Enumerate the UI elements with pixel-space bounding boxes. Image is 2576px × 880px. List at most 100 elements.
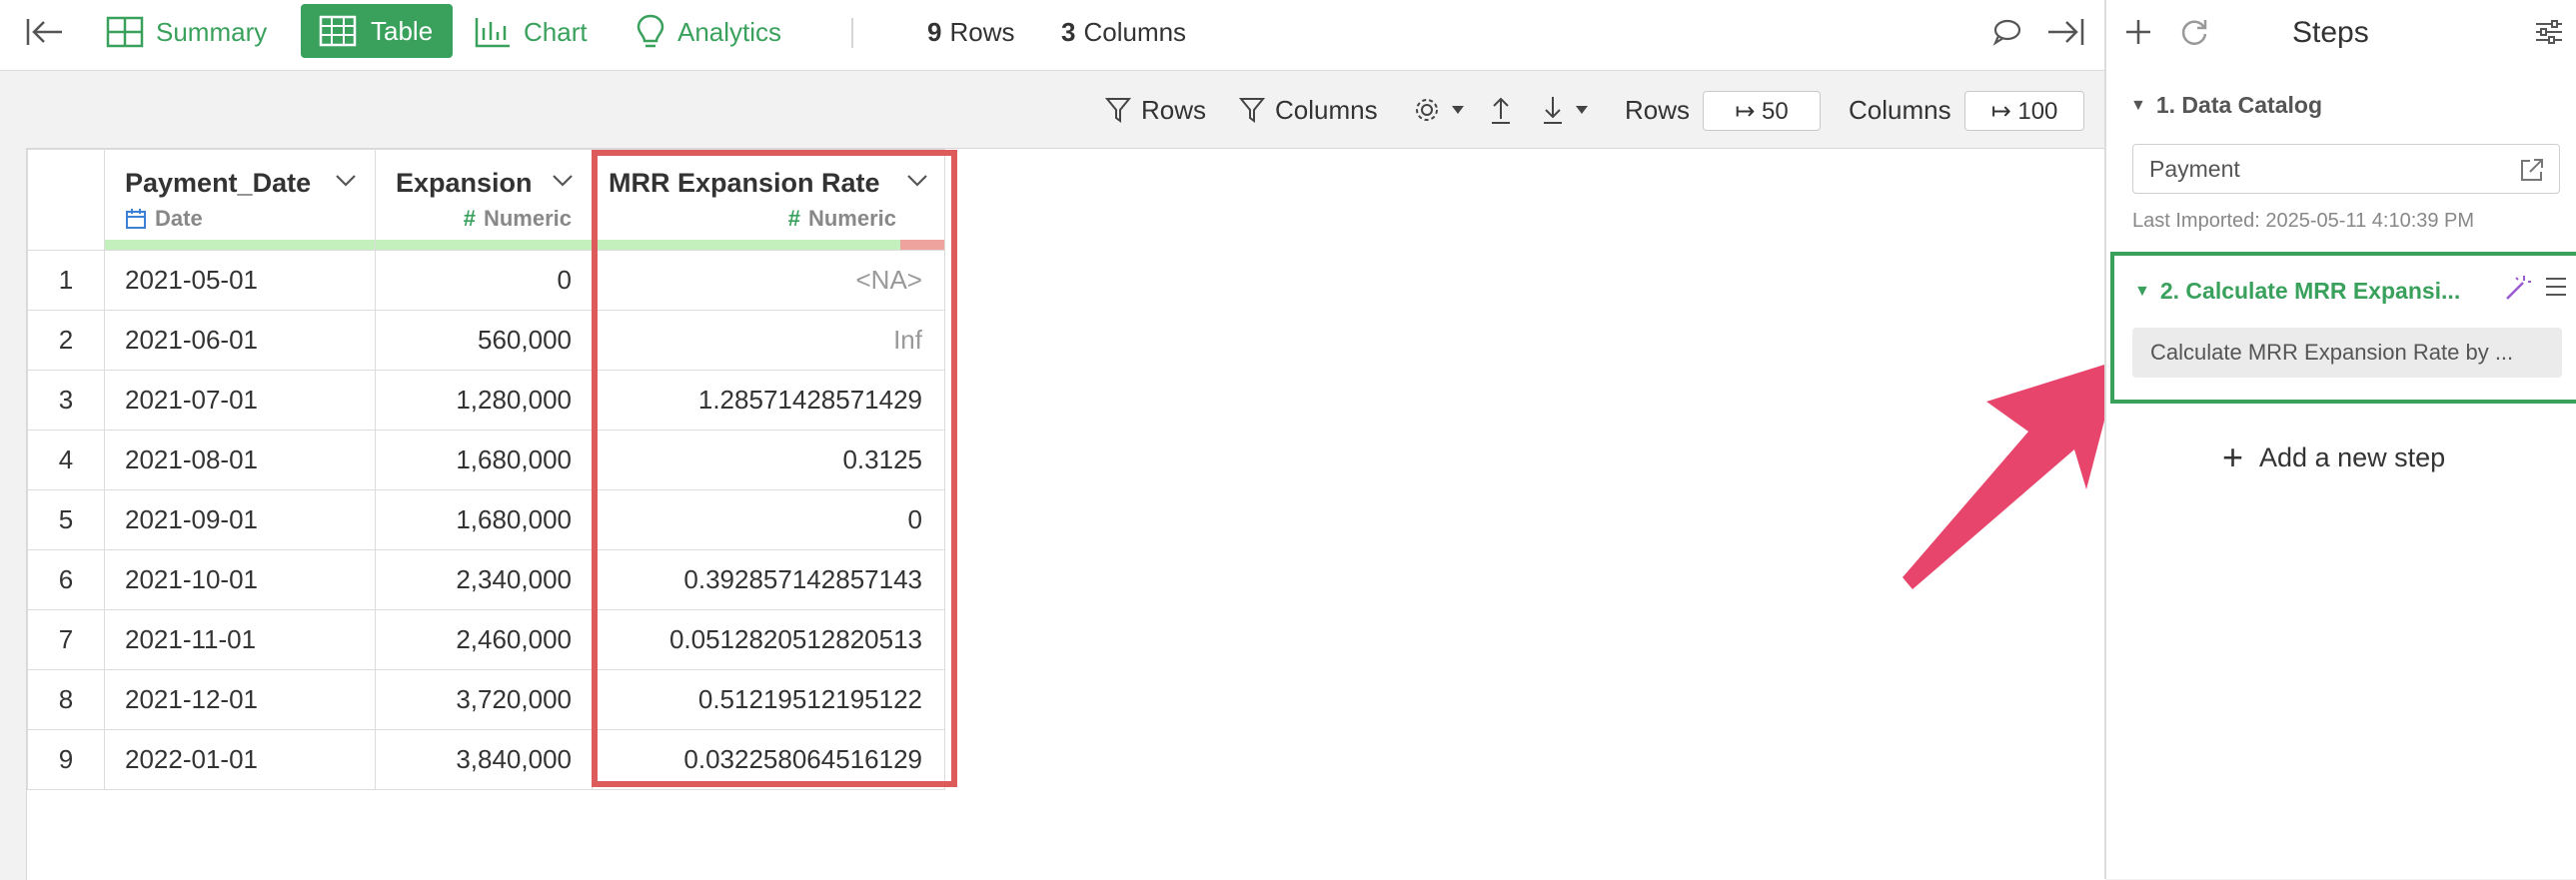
step-2-header[interactable]: ▼ 2. Calculate MRR Expansi... [2134, 278, 2460, 305]
caret-down-icon [1576, 106, 1588, 114]
table-row: 2 2021-06-01 560,000 Inf [27, 310, 945, 371]
chevron-down-icon[interactable] [335, 174, 357, 188]
numeric-icon: # [463, 206, 476, 231]
row-count: 9 Rows [927, 0, 1014, 64]
columns-limit-button[interactable]: ↦ 100 [1964, 91, 2084, 131]
cell-expansion[interactable]: 2,460,000 [375, 609, 593, 670]
cell-payment-date[interactable]: 2021-10-01 [104, 549, 376, 610]
cell-expansion[interactable]: 2,340,000 [375, 549, 593, 610]
cell-mrr-expansion-rate[interactable]: Inf [592, 310, 945, 371]
cell-payment-date[interactable]: 2021-11-01 [104, 609, 376, 670]
cell-payment-date[interactable]: 2022-01-01 [104, 729, 376, 790]
rows-limit-label: Rows [1625, 94, 1691, 125]
cell-payment-date[interactable]: 2021-08-01 [104, 430, 376, 490]
add-new-step-button[interactable]: + Add a new step [2222, 440, 2445, 475]
hamburger-menu-icon[interactable] [2544, 276, 2568, 298]
cell-mrr-expansion-rate[interactable]: 0.51219512195122 [592, 669, 945, 730]
chevron-down-icon[interactable] [906, 174, 928, 188]
collapse-triangle-icon[interactable]: ▼ [2134, 283, 2150, 301]
collapse-triangle-icon[interactable]: ▼ [2130, 97, 2146, 115]
cell-mrr-expansion-rate[interactable]: 0.032258064516129 [592, 729, 945, 790]
data-table-area: Payment_Date Date Expansion # Numeric MR… [26, 148, 2105, 880]
table-row: 8 2021-12-01 3,720,000 0.51219512195122 [27, 669, 945, 730]
comment-icon[interactable] [1992, 0, 2022, 64]
cell-payment-date[interactable]: 2021-12-01 [104, 669, 376, 730]
column-header-payment-date[interactable]: Payment_Date Date [104, 149, 376, 251]
column-quality-bar [105, 240, 375, 250]
cell-payment-date[interactable]: 2021-09-01 [104, 489, 376, 550]
row-number: 3 [27, 370, 105, 431]
cell-expansion[interactable]: 1,680,000 [375, 489, 593, 550]
column-type-label: Numeric [807, 206, 896, 231]
add-icon[interactable] [2124, 18, 2152, 46]
cell-mrr-expansion-rate[interactable]: 1.28571428571429 [592, 370, 945, 431]
settings-menu-button[interactable] [1413, 90, 1475, 130]
toolbar-divider [851, 18, 853, 48]
tab-summary-label: Summary [156, 16, 268, 47]
cell-payment-date[interactable]: 2021-06-01 [104, 310, 376, 371]
table-row: 5 2021-09-01 1,680,000 0 [27, 489, 945, 550]
last-imported-text: Last Imported: 2025-05-11 4:10:39 PM [2132, 210, 2475, 232]
column-count-label: Columns [1083, 16, 1187, 47]
summary-icon [106, 16, 144, 48]
settings-sliders-icon[interactable] [2534, 18, 2564, 46]
cell-payment-date[interactable]: 2021-05-01 [104, 250, 376, 311]
collapse-left-icon[interactable] [26, 0, 64, 64]
numeric-icon: # [787, 206, 800, 231]
cell-mrr-expansion-rate[interactable]: 0.392857142857143 [592, 549, 945, 610]
cell-mrr-expansion-rate[interactable]: <NA> [592, 250, 945, 311]
rows-filter-button[interactable]: Rows [1105, 90, 1206, 130]
rows-filter-label: Rows [1141, 94, 1207, 125]
step-2-card[interactable]: ▼ 2. Calculate MRR Expansi... Calculate … [2110, 252, 2576, 404]
column-quality-bar [376, 240, 592, 250]
row-number-header [27, 149, 105, 251]
tab-chart[interactable]: Chart [474, 0, 588, 64]
table-row: 7 2021-11-01 2,460,000 0.051282051282051… [27, 609, 945, 670]
column-type: # Numeric [788, 206, 896, 232]
download-icon [1544, 97, 1562, 124]
column-type: Date [125, 206, 203, 232]
step-2-title: 2. Calculate MRR Expansi... [2159, 278, 2461, 304]
tab-chart-label: Chart [524, 16, 588, 47]
refresh-icon[interactable] [2178, 16, 2210, 48]
step-1-header[interactable]: ▼ 1. Data Catalog [2130, 92, 2322, 119]
filter-icon [1105, 98, 1131, 123]
cell-expansion[interactable]: 560,000 [375, 310, 593, 371]
row-count-value: 9 [927, 16, 942, 47]
calendar-icon [126, 209, 146, 229]
step-2-description[interactable]: Calculate MRR Expansion Rate by ... [2132, 328, 2562, 378]
column-quality-bar [593, 240, 944, 250]
magic-wand-icon[interactable] [2504, 274, 2532, 302]
cell-expansion[interactable]: 1,680,000 [375, 430, 593, 490]
cell-expansion[interactable]: 1,280,000 [375, 370, 593, 431]
tab-table[interactable]: Table [301, 4, 454, 58]
external-link-icon[interactable] [2519, 157, 2545, 183]
tab-analytics[interactable]: Analytics [636, 0, 781, 64]
expand-right-icon[interactable] [2046, 0, 2084, 64]
lightbulb-icon [637, 14, 664, 48]
column-type-label: Numeric [483, 206, 572, 231]
column-type: # Numeric [464, 206, 572, 232]
chevron-down-icon[interactable] [552, 174, 574, 188]
rows-limit-button[interactable]: ↦ 50 [1703, 91, 1821, 131]
tab-summary[interactable]: Summary [106, 0, 267, 64]
cell-mrr-expansion-rate[interactable]: 0.3125 [592, 430, 945, 490]
column-header-expansion[interactable]: Expansion # Numeric [375, 149, 593, 251]
cell-mrr-expansion-rate[interactable]: 0.0512820512820513 [592, 609, 945, 670]
column-quality-bar-missing [900, 240, 944, 250]
cell-mrr-expansion-rate[interactable]: 0 [592, 489, 945, 550]
table-row: 3 2021-07-01 1,280,000 1.28571428571429 [27, 370, 945, 431]
column-header-mrr-expansion-rate[interactable]: MRR Expansion Rate # Numeric [592, 149, 945, 251]
cell-payment-date[interactable]: 2021-07-01 [104, 370, 376, 431]
table-row: 1 2021-05-01 0 <NA> [27, 250, 945, 311]
cell-expansion[interactable]: 0 [375, 250, 593, 311]
cell-expansion[interactable]: 3,720,000 [375, 669, 593, 730]
columns-filter-button[interactable]: Columns [1239, 90, 1378, 130]
data-catalog-source[interactable]: Payment [2132, 144, 2560, 194]
steps-panel: Steps ▼ 1. Data Catalog Payment Last Imp… [2104, 0, 2576, 879]
column-count: 3 Columns [1061, 0, 1186, 64]
sort-ascending-icon[interactable] [1489, 90, 1523, 130]
cell-expansion[interactable]: 3,840,000 [375, 729, 593, 790]
columns-filter-label: Columns [1275, 94, 1378, 125]
download-menu-button[interactable] [1541, 90, 1599, 130]
